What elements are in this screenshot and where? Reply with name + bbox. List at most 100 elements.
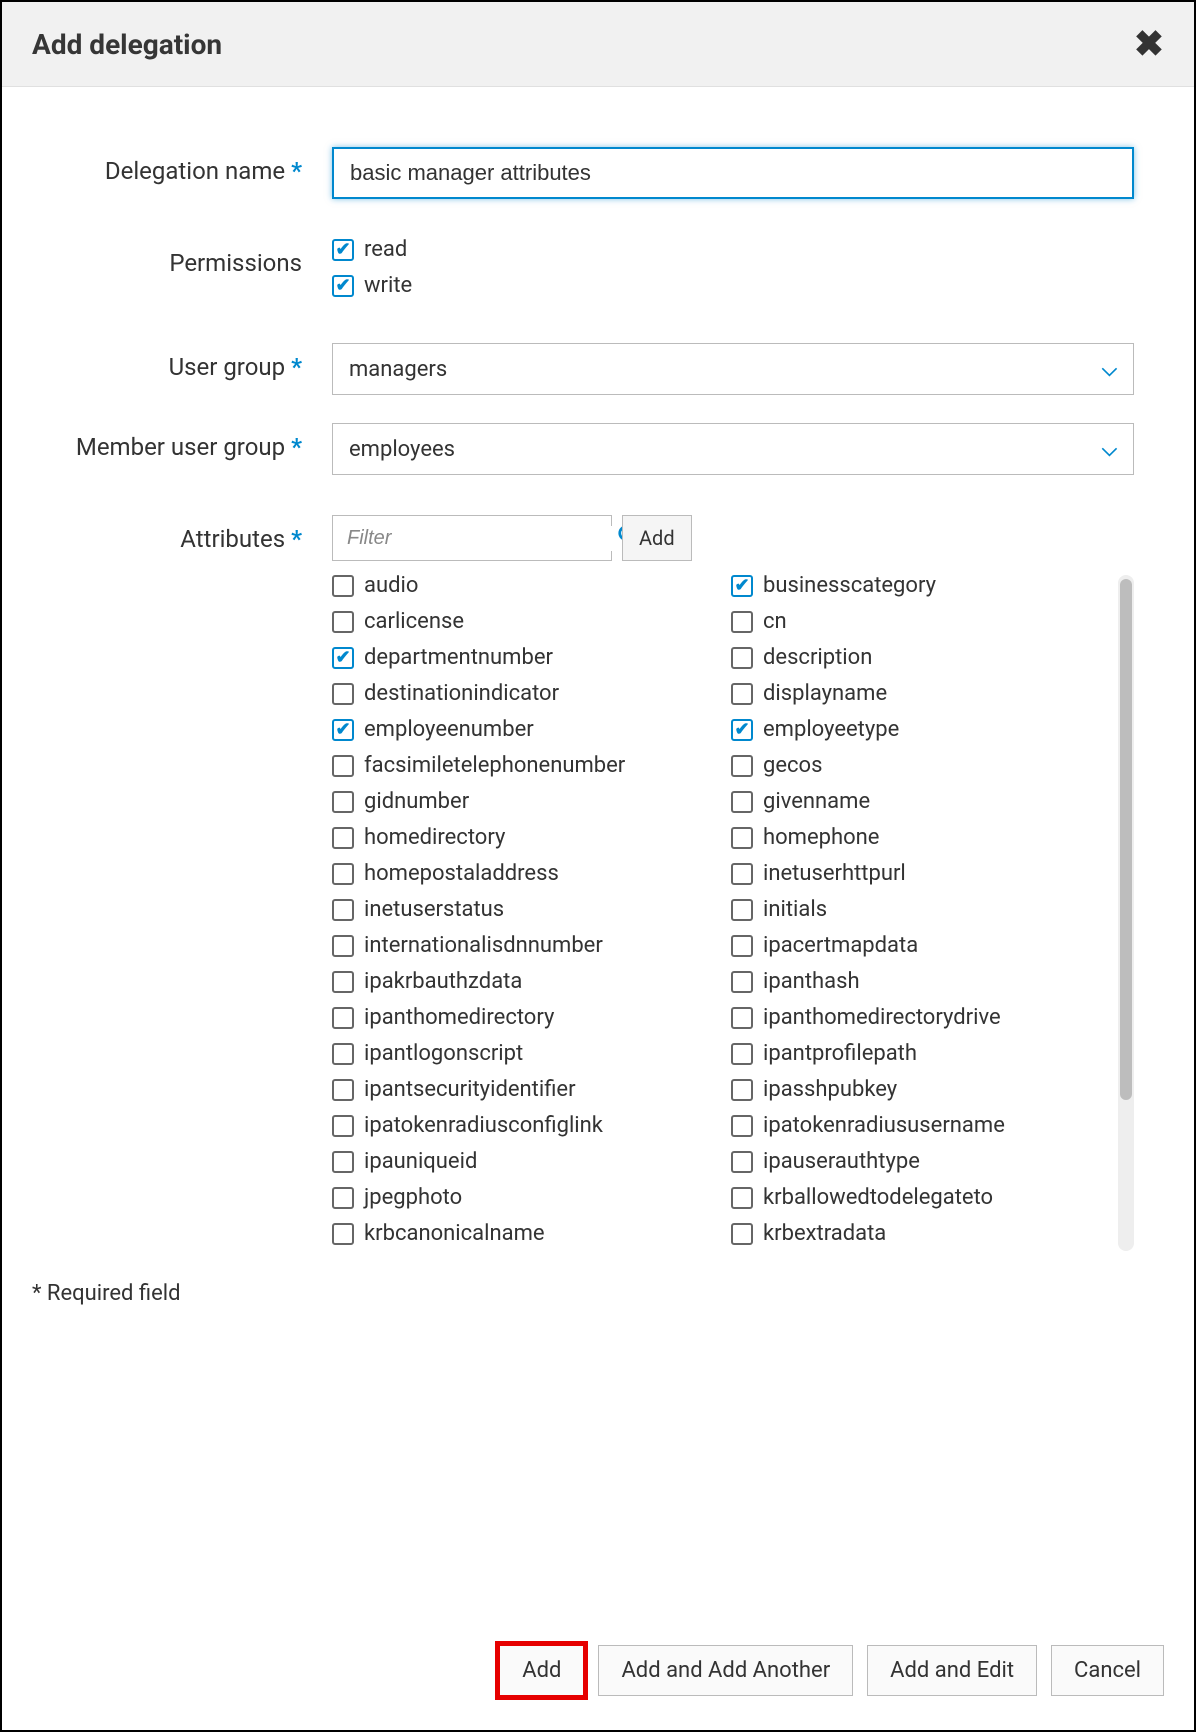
checkbox-icon[interactable]	[332, 1079, 354, 1101]
attribute-checkbox-ipasshpubkey[interactable]: ipasshpubkey	[731, 1079, 1110, 1101]
checkbox-icon[interactable]	[731, 827, 753, 849]
delegation-name-input[interactable]	[332, 147, 1134, 199]
attribute-checkbox-krballowedtodelegateto[interactable]: krballowedtodelegateto	[731, 1187, 1110, 1209]
checkbox-icon[interactable]	[731, 1043, 753, 1065]
attribute-checkbox-krbcanonicalname[interactable]: krbcanonicalname	[332, 1223, 711, 1245]
checkbox-icon[interactable]	[332, 863, 354, 885]
checkbox-icon[interactable]	[332, 1043, 354, 1065]
attribute-checkbox-displayname[interactable]: displayname	[731, 683, 1110, 705]
checkbox-icon[interactable]	[332, 647, 354, 669]
attribute-checkbox-ipauniqueid[interactable]: ipauniqueid	[332, 1151, 711, 1173]
checkbox-icon[interactable]	[332, 755, 354, 777]
attribute-scrollbar[interactable]	[1118, 575, 1134, 1251]
attribute-checkbox-departmentnumber[interactable]: departmentnumber	[332, 647, 711, 669]
checkbox-icon[interactable]	[731, 755, 753, 777]
scroll-thumb[interactable]	[1120, 579, 1132, 1100]
attribute-checkbox-ipauserauthtype[interactable]: ipauserauthtype	[731, 1151, 1110, 1173]
attribute-checkbox-ipakrbauthzdata[interactable]: ipakrbauthzdata	[332, 971, 711, 993]
checkbox-icon[interactable]	[731, 935, 753, 957]
checkbox-icon[interactable]	[332, 1223, 354, 1245]
checkbox-icon[interactable]	[332, 239, 354, 261]
checkbox-icon[interactable]	[332, 683, 354, 705]
attribute-checkbox-ipatokenradiususername[interactable]: ipatokenradiususername	[731, 1115, 1110, 1137]
attribute-checkbox-krbextradata[interactable]: krbextradata	[731, 1223, 1110, 1245]
attribute-checkbox-carlicense[interactable]: carlicense	[332, 611, 711, 633]
checkbox-label: jpegphoto	[364, 1187, 462, 1209]
checkbox-icon[interactable]	[332, 275, 354, 297]
attribute-checkbox-ipantlogonscript[interactable]: ipantlogonscript	[332, 1043, 711, 1065]
checkbox-icon[interactable]	[332, 827, 354, 849]
attribute-checkbox-ipanthomedirectorydrive[interactable]: ipanthomedirectorydrive	[731, 1007, 1110, 1029]
attribute-checkbox-inetuserhttpurl[interactable]: inetuserhttpurl	[731, 863, 1110, 885]
checkbox-label: displayname	[763, 683, 887, 705]
checkbox-icon[interactable]	[332, 1115, 354, 1137]
cancel-button[interactable]: Cancel	[1051, 1645, 1164, 1696]
attribute-checkbox-destinationindicator[interactable]: destinationindicator	[332, 683, 711, 705]
checkbox-icon[interactable]	[731, 1079, 753, 1101]
row-user-group: User group* managers ⌵	[32, 343, 1164, 395]
checkbox-icon[interactable]	[731, 863, 753, 885]
checkbox-icon[interactable]	[332, 791, 354, 813]
attribute-checkbox-givenname[interactable]: givenname	[731, 791, 1110, 813]
checkbox-icon[interactable]	[731, 611, 753, 633]
attribute-checkbox-gidnumber[interactable]: gidnumber	[332, 791, 711, 813]
dialog-body: Delegation name* Permissions readwrite U…	[2, 87, 1194, 1617]
checkbox-icon[interactable]	[332, 935, 354, 957]
checkbox-icon[interactable]	[731, 791, 753, 813]
checkbox-icon[interactable]	[731, 1223, 753, 1245]
attribute-filter[interactable]	[332, 515, 612, 561]
field-user-group: managers ⌵	[332, 343, 1164, 395]
user-group-select[interactable]: managers ⌵	[332, 343, 1134, 395]
checkbox-icon[interactable]	[332, 971, 354, 993]
attribute-checkbox-homedirectory[interactable]: homedirectory	[332, 827, 711, 849]
attribute-checkbox-jpegphoto[interactable]: jpegphoto	[332, 1187, 711, 1209]
attribute-checkbox-homepostaladdress[interactable]: homepostaladdress	[332, 863, 711, 885]
checkbox-icon[interactable]	[731, 719, 753, 741]
attribute-checkbox-cn[interactable]: cn	[731, 611, 1110, 633]
checkbox-icon[interactable]	[731, 899, 753, 921]
attribute-checkbox-employeetype[interactable]: employeetype	[731, 719, 1110, 741]
checkbox-icon[interactable]	[731, 1151, 753, 1173]
checkbox-icon[interactable]	[332, 1151, 354, 1173]
label-text: User group	[169, 353, 286, 381]
close-icon[interactable]: ✖	[1134, 26, 1164, 62]
permission-checkbox-read[interactable]: read	[332, 239, 1134, 261]
checkbox-icon[interactable]	[332, 899, 354, 921]
attribute-filter-input[interactable]	[345, 526, 617, 551]
checkbox-icon[interactable]	[731, 683, 753, 705]
attribute-checkbox-ipantsecurityidentifier[interactable]: ipantsecurityidentifier	[332, 1079, 711, 1101]
checkbox-icon[interactable]	[731, 575, 753, 597]
checkbox-icon[interactable]	[731, 1007, 753, 1029]
checkbox-icon[interactable]	[731, 971, 753, 993]
attribute-checkbox-inetuserstatus[interactable]: inetuserstatus	[332, 899, 711, 921]
attribute-checkbox-facsimiletelephonenumber[interactable]: facsimiletelephonenumber	[332, 755, 711, 777]
attribute-checkbox-ipanthash[interactable]: ipanthash	[731, 971, 1110, 993]
checkbox-label: ipanthash	[763, 971, 860, 993]
attribute-checkbox-initials[interactable]: initials	[731, 899, 1110, 921]
checkbox-icon[interactable]	[332, 1187, 354, 1209]
attribute-add-button[interactable]: Add	[622, 515, 692, 561]
attribute-checkbox-ipantprofilepath[interactable]: ipantprofilepath	[731, 1043, 1110, 1065]
attribute-checkbox-ipanthomedirectory[interactable]: ipanthomedirectory	[332, 1007, 711, 1029]
attribute-checkbox-internationalisdnnumber[interactable]: internationalisdnnumber	[332, 935, 711, 957]
add-and-add-another-button[interactable]: Add and Add Another	[598, 1645, 853, 1696]
member-user-group-select[interactable]: employees ⌵	[332, 423, 1134, 475]
attribute-checkbox-ipatokenradiusconfiglink[interactable]: ipatokenradiusconfiglink	[332, 1115, 711, 1137]
checkbox-icon[interactable]	[731, 1115, 753, 1137]
attribute-checkbox-audio[interactable]: audio	[332, 575, 711, 597]
checkbox-icon[interactable]	[332, 719, 354, 741]
checkbox-icon[interactable]	[731, 1187, 753, 1209]
attribute-checkbox-businesscategory[interactable]: businesscategory	[731, 575, 1110, 597]
add-button[interactable]: Add	[499, 1645, 584, 1696]
checkbox-icon[interactable]	[731, 647, 753, 669]
checkbox-icon[interactable]	[332, 1007, 354, 1029]
attribute-checkbox-employeenumber[interactable]: employeenumber	[332, 719, 711, 741]
permission-checkbox-write[interactable]: write	[332, 275, 1134, 297]
attribute-checkbox-homephone[interactable]: homephone	[731, 827, 1110, 849]
attribute-checkbox-description[interactable]: description	[731, 647, 1110, 669]
add-and-edit-button[interactable]: Add and Edit	[867, 1645, 1037, 1696]
checkbox-icon[interactable]	[332, 575, 354, 597]
attribute-checkbox-ipacertmapdata[interactable]: ipacertmapdata	[731, 935, 1110, 957]
attribute-checkbox-gecos[interactable]: gecos	[731, 755, 1110, 777]
checkbox-icon[interactable]	[332, 611, 354, 633]
